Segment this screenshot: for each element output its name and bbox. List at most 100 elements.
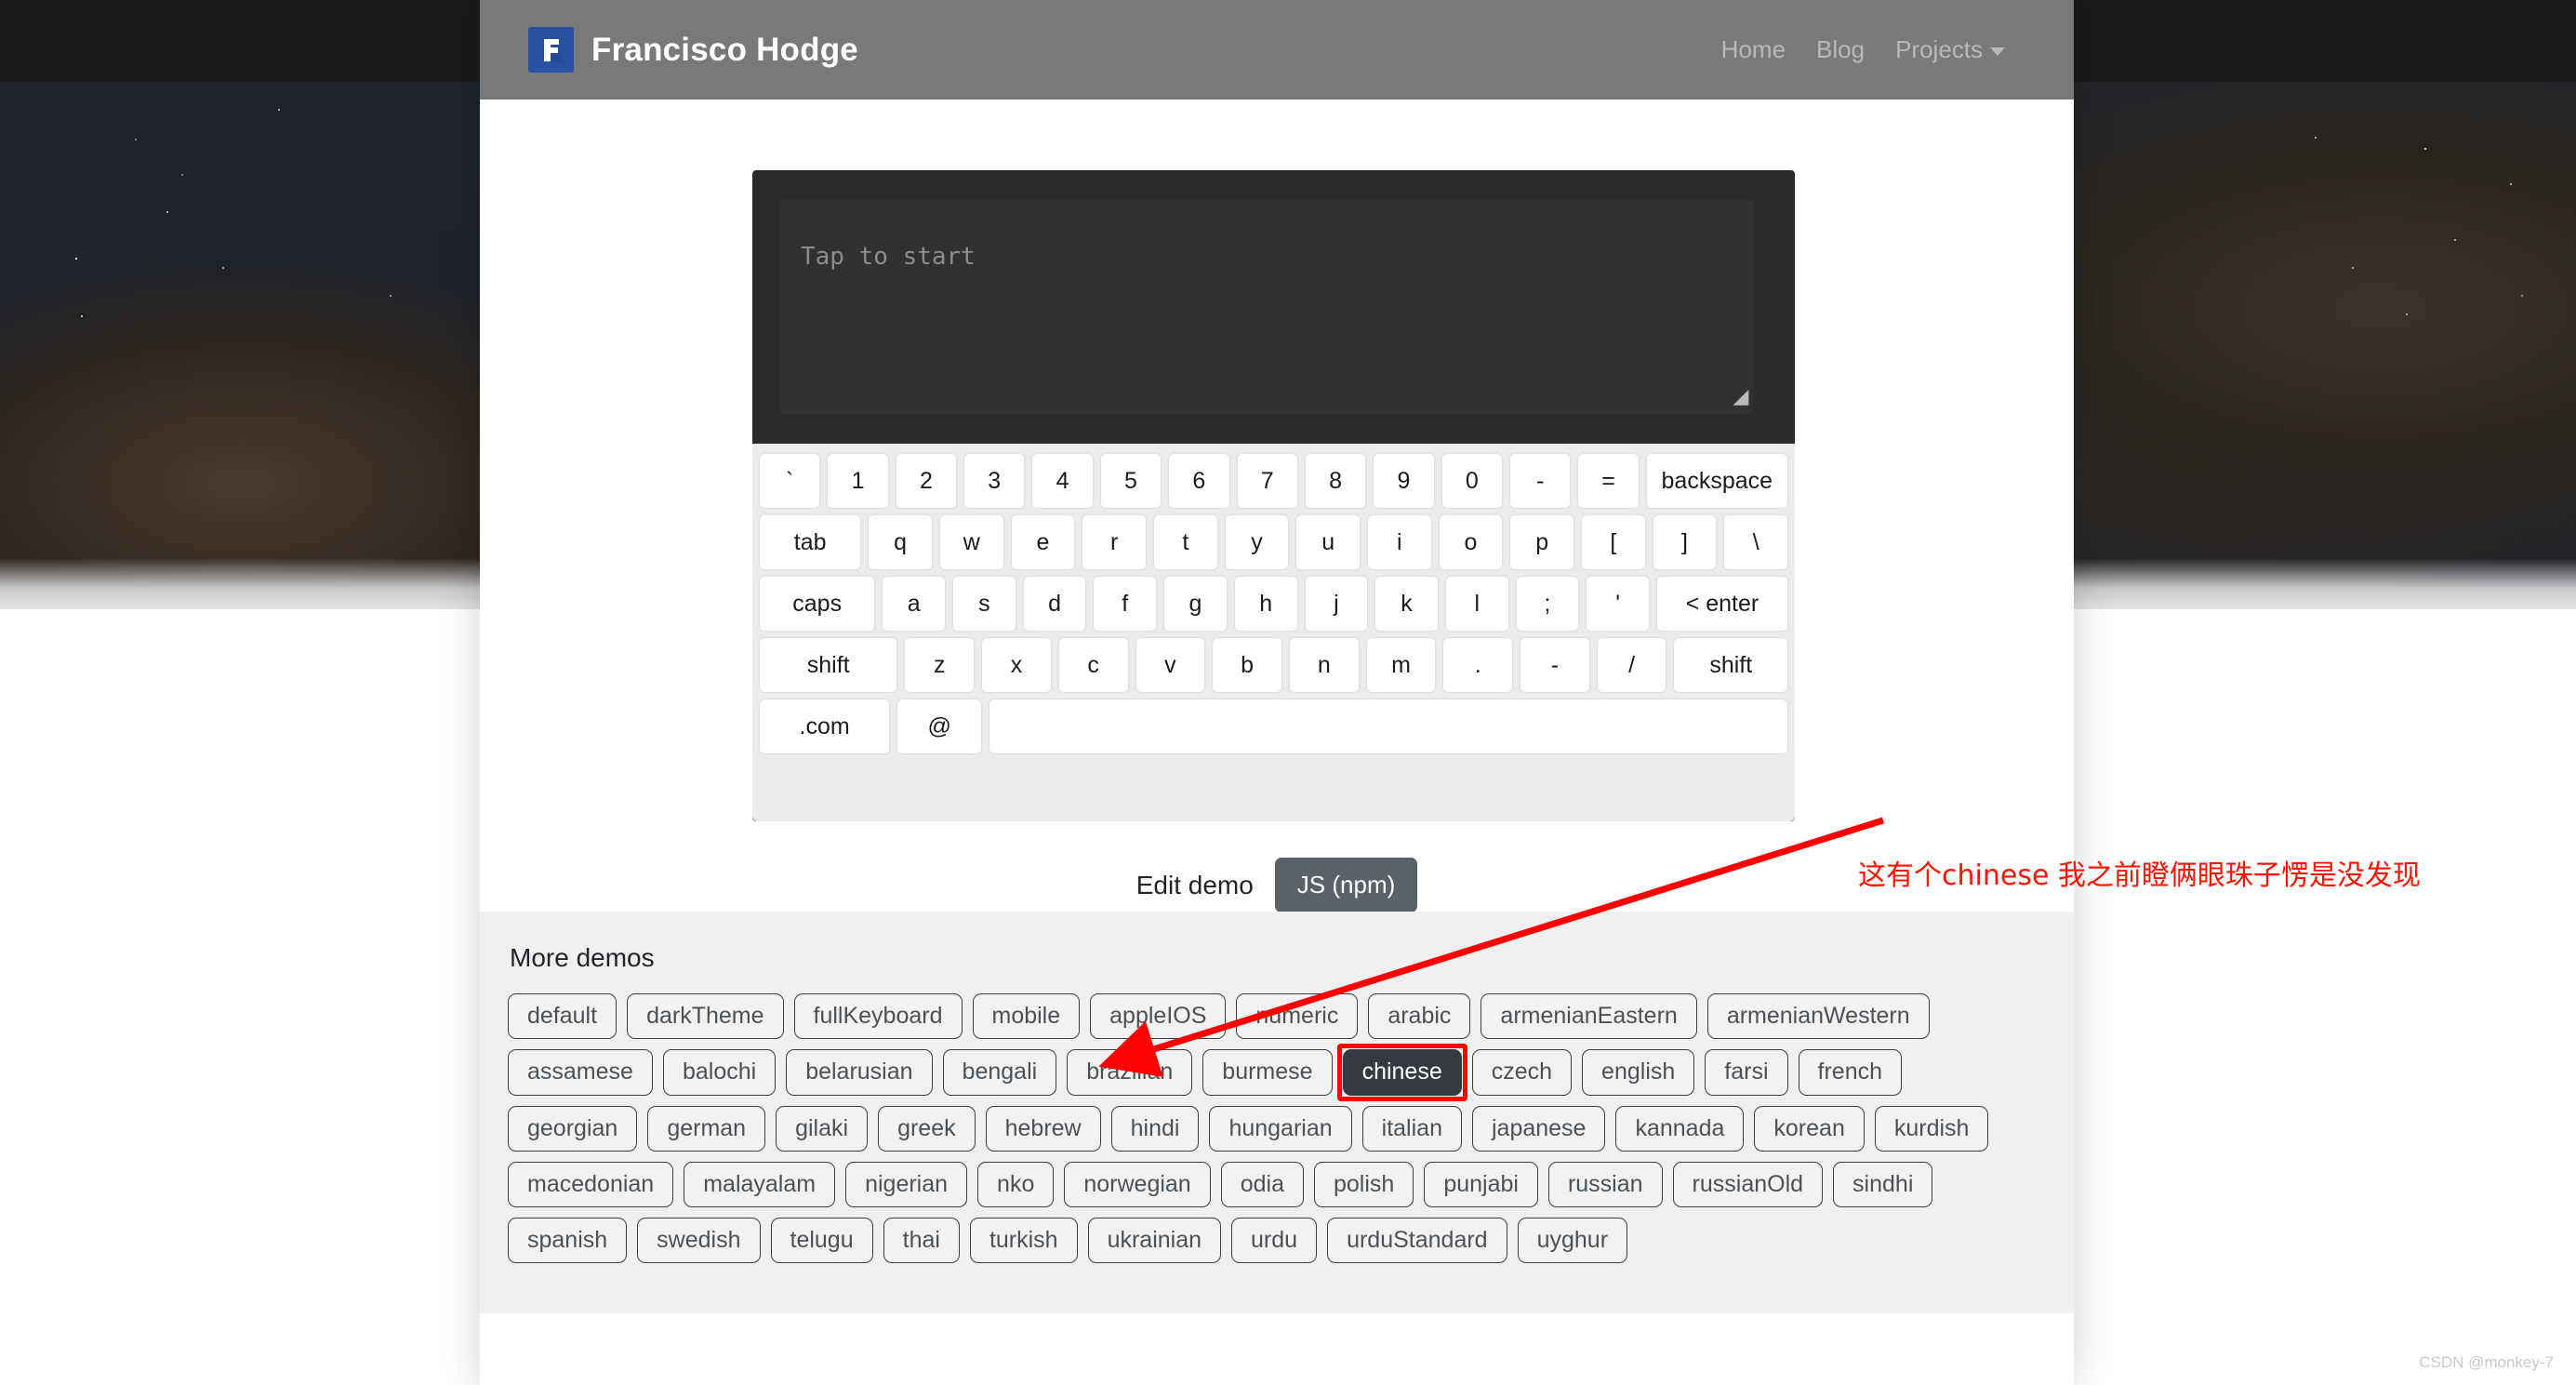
- key-i[interactable]: i: [1367, 515, 1431, 569]
- demo-button-russianold[interactable]: russianOld: [1672, 1161, 1824, 1207]
- key-o[interactable]: o: [1439, 515, 1503, 569]
- key-1[interactable]: 1: [828, 454, 888, 508]
- demo-button-chinese[interactable]: chinese: [1342, 1049, 1462, 1096]
- resize-handle-icon[interactable]: ◢: [1731, 386, 1751, 406]
- key-sym[interactable]: @: [897, 699, 982, 753]
- demo-button-nko[interactable]: nko: [977, 1161, 1055, 1207]
- key-space[interactable]: [989, 699, 1787, 753]
- key-sym[interactable]: ]: [1653, 515, 1717, 569]
- demo-button-japanese[interactable]: japanese: [1471, 1105, 1606, 1152]
- demo-button-uyghur[interactable]: uyghur: [1517, 1218, 1628, 1264]
- demo-button-balochi[interactable]: balochi: [662, 1049, 777, 1096]
- demo-button-korean[interactable]: korean: [1754, 1105, 1865, 1152]
- demo-button-kurdish[interactable]: kurdish: [1874, 1105, 1989, 1152]
- demo-button-hindi[interactable]: hindi: [1110, 1105, 1200, 1152]
- key-tab[interactable]: tab: [760, 515, 861, 569]
- key-4[interactable]: 4: [1032, 454, 1093, 508]
- demo-button-macedonian[interactable]: macedonian: [508, 1161, 674, 1207]
- demo-button-default[interactable]: default: [508, 993, 617, 1040]
- demo-button-czech[interactable]: czech: [1471, 1049, 1573, 1096]
- brand-link[interactable]: Francisco Hodge: [528, 27, 858, 73]
- demo-button-mobile[interactable]: mobile: [972, 993, 1081, 1040]
- key-z[interactable]: z: [905, 638, 975, 692]
- demo-button-english[interactable]: english: [1582, 1049, 1695, 1096]
- key-p[interactable]: p: [1510, 515, 1573, 569]
- key-shift[interactable]: shift: [1674, 638, 1788, 692]
- demo-button-armenianwestern[interactable]: armenianWestern: [1706, 993, 1930, 1040]
- demo-button-french[interactable]: french: [1798, 1049, 1902, 1096]
- key-y[interactable]: y: [1225, 515, 1289, 569]
- demo-button-malayalam[interactable]: malayalam: [684, 1161, 836, 1207]
- key-r[interactable]: r: [1082, 515, 1146, 569]
- demo-button-darktheme[interactable]: darkTheme: [627, 993, 784, 1040]
- key-sym[interactable]: =: [1578, 454, 1639, 508]
- key-caps[interactable]: caps: [760, 577, 875, 631]
- demo-button-fullkeyboard[interactable]: fullKeyboard: [793, 993, 963, 1040]
- demo-button-urdu[interactable]: urdu: [1231, 1218, 1318, 1264]
- demo-button-russian[interactable]: russian: [1547, 1161, 1663, 1207]
- demo-button-assamese[interactable]: assamese: [508, 1049, 653, 1096]
- demo-button-georgian[interactable]: georgian: [508, 1105, 638, 1152]
- demo-button-hebrew[interactable]: hebrew: [985, 1105, 1101, 1152]
- key-w[interactable]: w: [939, 515, 1003, 569]
- key-9[interactable]: 9: [1374, 454, 1434, 508]
- key-sym[interactable]: /: [1597, 638, 1666, 692]
- nav-link-blog[interactable]: Blog: [1816, 35, 1865, 64]
- key-n[interactable]: n: [1289, 638, 1359, 692]
- demo-button-farsi[interactable]: farsi: [1705, 1049, 1788, 1096]
- key-shift[interactable]: shift: [760, 638, 897, 692]
- demo-button-nigerian[interactable]: nigerian: [845, 1161, 968, 1207]
- demo-button-appleios[interactable]: appleIOS: [1090, 993, 1227, 1040]
- nav-link-home[interactable]: Home: [1721, 35, 1786, 64]
- demo-button-german[interactable]: german: [647, 1105, 766, 1152]
- key-sym[interactable]: -: [1520, 638, 1589, 692]
- demo-button-hungarian[interactable]: hungarian: [1209, 1105, 1352, 1152]
- key-8[interactable]: 8: [1305, 454, 1366, 508]
- demo-button-brazilian[interactable]: brazilian: [1067, 1049, 1193, 1096]
- demo-button-swedish[interactable]: swedish: [637, 1218, 761, 1264]
- demo-button-spanish[interactable]: spanish: [508, 1218, 628, 1264]
- key-f[interactable]: f: [1094, 577, 1157, 631]
- key-2[interactable]: 2: [896, 454, 957, 508]
- demo-button-turkish[interactable]: turkish: [969, 1218, 1078, 1264]
- js-npm-button[interactable]: JS (npm): [1274, 858, 1418, 912]
- demo-button-belarusian[interactable]: belarusian: [786, 1049, 933, 1096]
- key-b[interactable]: b: [1213, 638, 1281, 692]
- demo-button-sindhi[interactable]: sindhi: [1833, 1161, 1933, 1207]
- key-a[interactable]: a: [883, 577, 946, 631]
- key-u[interactable]: u: [1296, 515, 1360, 569]
- demo-button-armenianeastern[interactable]: armenianEastern: [1481, 993, 1697, 1040]
- key-7[interactable]: 7: [1237, 454, 1297, 508]
- key-sym[interactable]: \: [1724, 515, 1788, 569]
- key-0[interactable]: 0: [1441, 454, 1502, 508]
- key-backspace[interactable]: backspace: [1646, 454, 1787, 508]
- demo-button-odia[interactable]: odia: [1220, 1161, 1304, 1207]
- demo-button-punjabi[interactable]: punjabi: [1424, 1161, 1538, 1207]
- demo-button-numeric[interactable]: numeric: [1236, 993, 1359, 1040]
- demo-button-norwegian[interactable]: norwegian: [1064, 1161, 1211, 1207]
- key-com[interactable]: .com: [760, 699, 890, 753]
- key-l[interactable]: l: [1445, 577, 1508, 631]
- demo-button-kannada[interactable]: kannada: [1615, 1105, 1745, 1152]
- key-x[interactable]: x: [982, 638, 1051, 692]
- key-e[interactable]: e: [1011, 515, 1075, 569]
- key-s[interactable]: s: [953, 577, 1016, 631]
- key-sym[interactable]: ': [1587, 577, 1649, 631]
- demo-button-gilaki[interactable]: gilaki: [776, 1105, 869, 1152]
- key-h[interactable]: h: [1234, 577, 1297, 631]
- key-6[interactable]: 6: [1169, 454, 1229, 508]
- demo-button-polish[interactable]: polish: [1313, 1161, 1414, 1207]
- key-5[interactable]: 5: [1100, 454, 1162, 508]
- demo-button-italian[interactable]: italian: [1361, 1105, 1462, 1152]
- key-sym[interactable]: .: [1443, 638, 1513, 692]
- demo-button-thai[interactable]: thai: [883, 1218, 960, 1264]
- key-sym[interactable]: [: [1582, 515, 1645, 569]
- key-c[interactable]: c: [1058, 638, 1128, 692]
- key-v[interactable]: v: [1135, 638, 1205, 692]
- key-sym[interactable]: `: [760, 454, 820, 508]
- key-enter[interactable]: < enter: [1656, 577, 1787, 631]
- nav-link-projects[interactable]: Projects: [1895, 35, 2005, 64]
- demo-button-greek[interactable]: greek: [878, 1105, 976, 1152]
- key-q[interactable]: q: [869, 515, 932, 569]
- demo-button-bengali[interactable]: bengali: [942, 1049, 1057, 1096]
